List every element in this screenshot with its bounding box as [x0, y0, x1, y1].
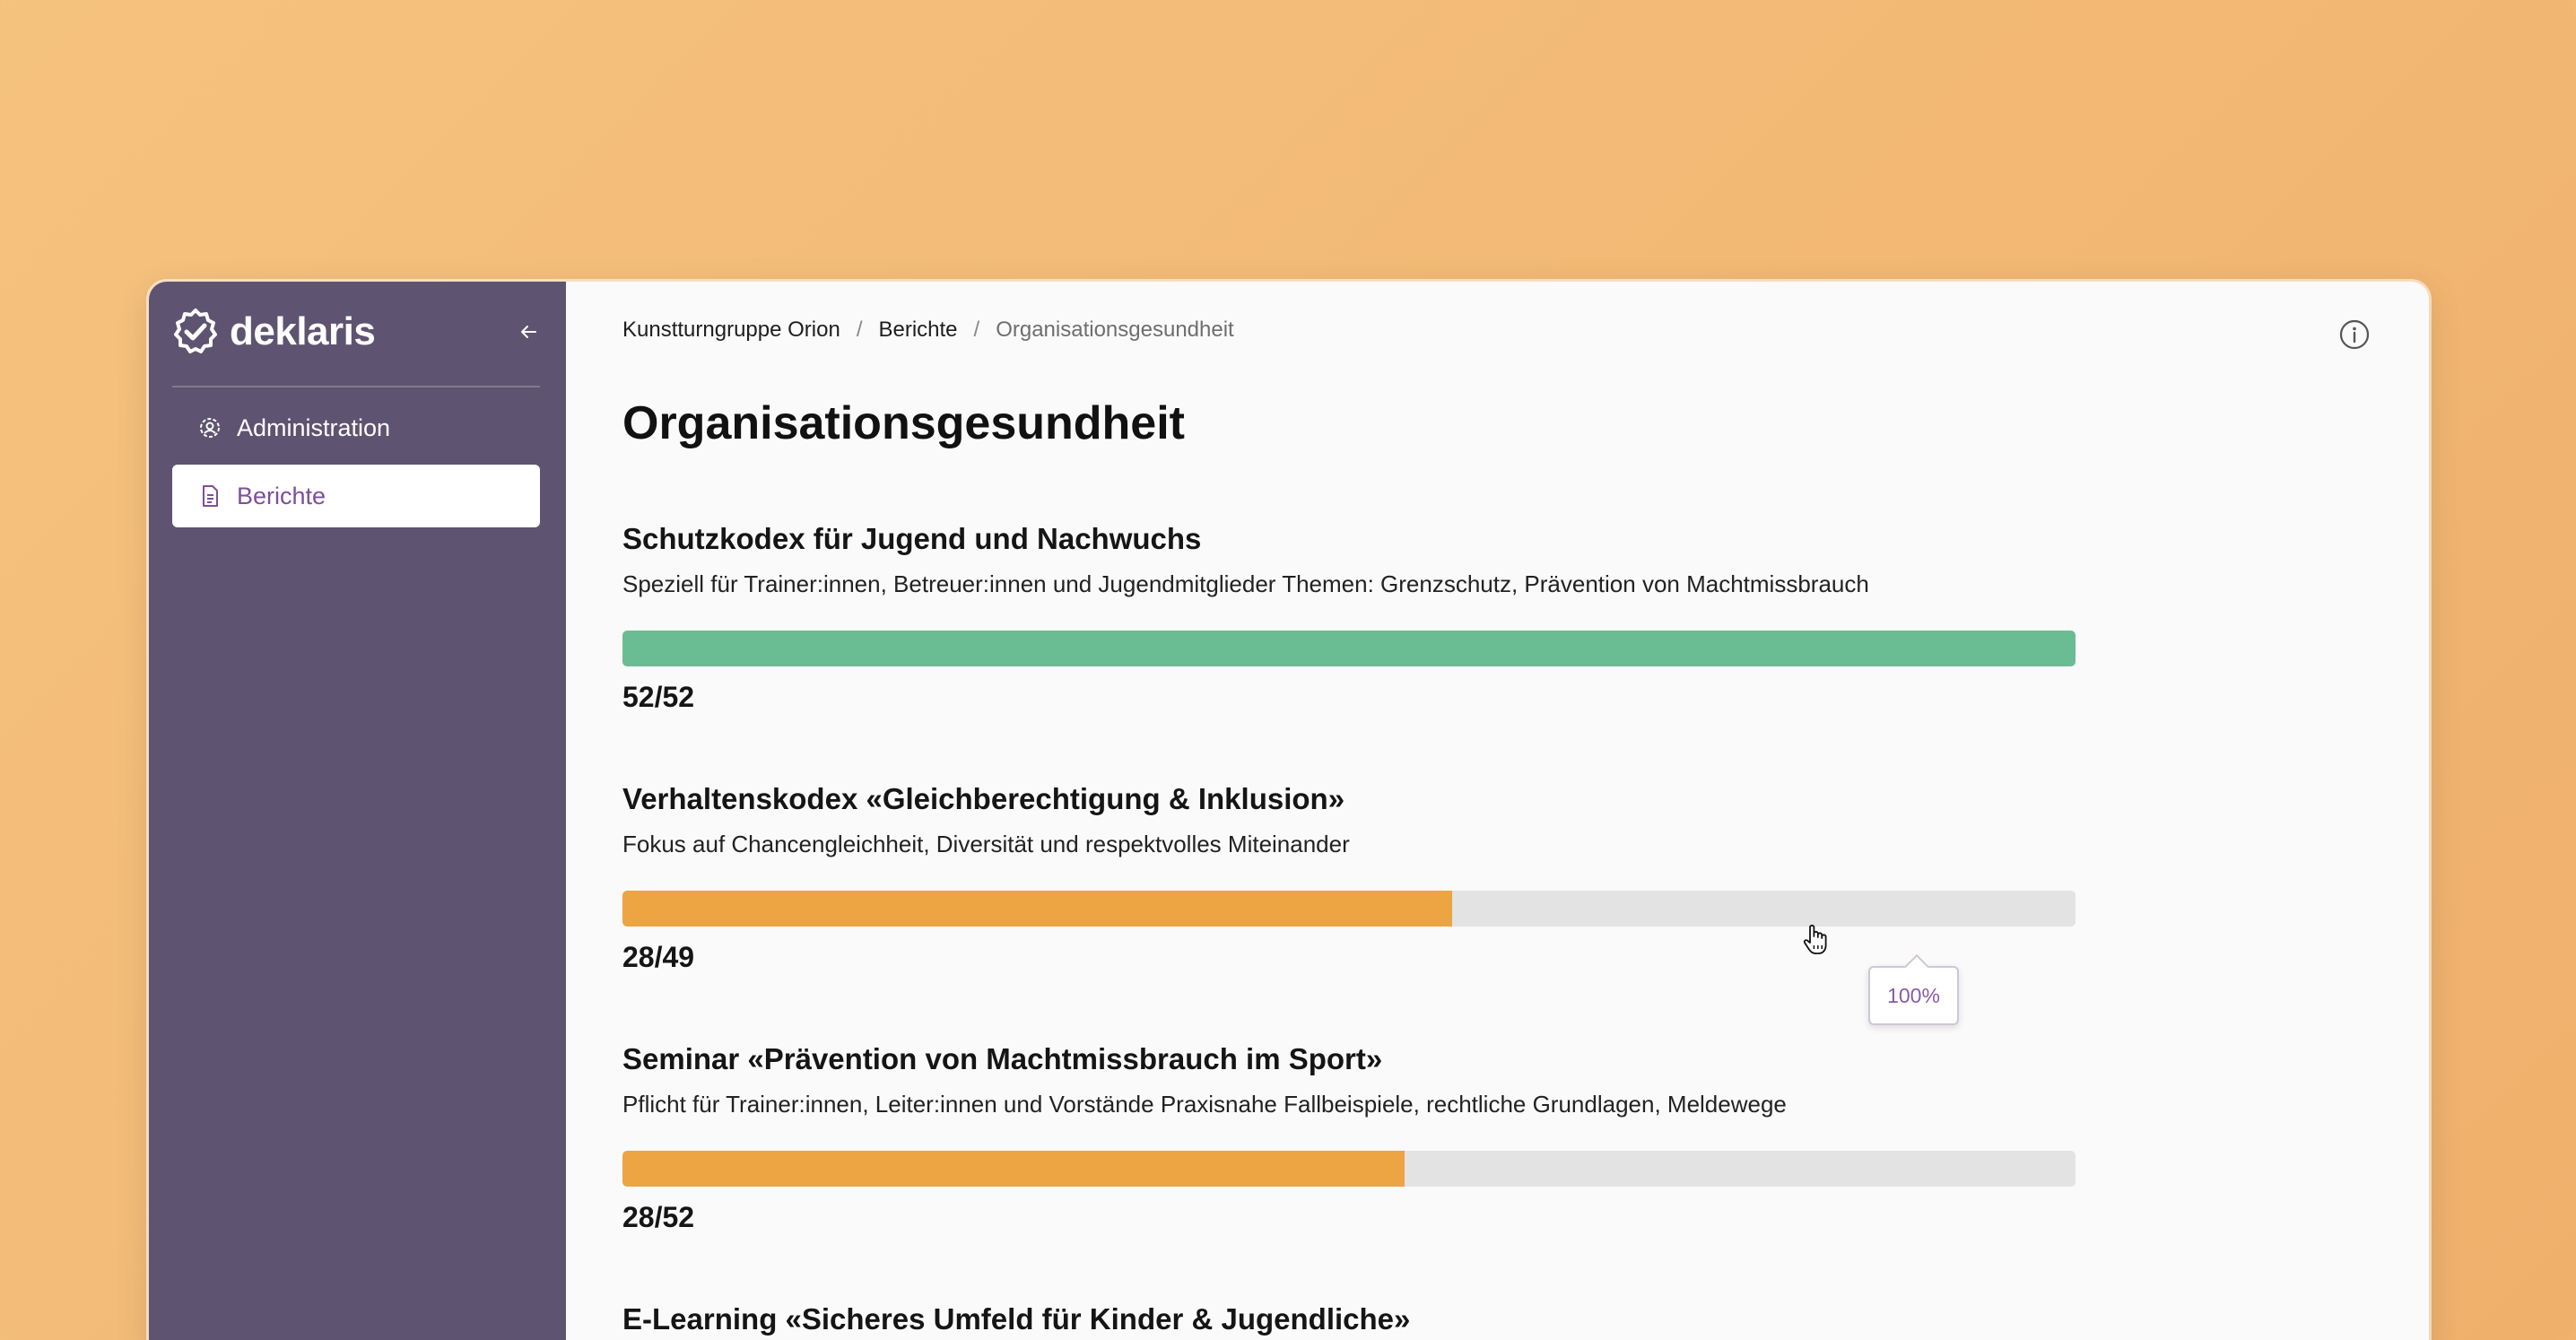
document-icon [197, 483, 222, 509]
sidebar-item-label: Administration [237, 413, 391, 441]
report-title: Seminar «Prävention von Machtmissbrauch … [622, 1042, 1383, 1075]
report-description: Speziell für Trainer:innen, Betreuer:inn… [622, 570, 1869, 597]
sidebar-divider [172, 386, 540, 387]
report-title: Verhaltenskodex «Gleichberechtigung & In… [622, 782, 1345, 815]
main-content: Kunstturngruppe Orion / Berichte / Organ… [566, 282, 2429, 1340]
deklaris-logo-icon [174, 309, 217, 353]
logo: deklaris [170, 305, 544, 359]
progress-tooltip: 100% [1868, 966, 1959, 1025]
report-title: E-Learning «Sicheres Umfeld für Kinder &… [622, 1302, 1411, 1336]
report-title: Schutzkodex für Jugend und Nachwuchs [622, 522, 1202, 555]
sidebar-item-label: Berichte [237, 482, 326, 509]
progress-bar[interactable] [622, 1151, 2076, 1187]
progress-fill [622, 1151, 1405, 1187]
breadcrumb: Kunstturngruppe Orion / Berichte / Organ… [622, 318, 1234, 343]
progress-count: 28/52 [622, 1201, 695, 1233]
breadcrumb-item-organization[interactable]: Kunstturngruppe Orion [622, 318, 840, 343]
progress-count: 28/49 [622, 941, 695, 973]
sidebar: deklaris Administration Berichte [149, 282, 566, 1340]
progress-bar[interactable] [622, 631, 2076, 666]
progress-fill [622, 891, 1453, 927]
breadcrumb-item-berichte[interactable]: Berichte [878, 318, 957, 343]
report-card: E-Learning «Sicheres Umfeld für Kinder &… [622, 1302, 2076, 1336]
breadcrumb-separator: / [973, 318, 980, 342]
breadcrumb-item-current: Organisationsgesundheit [996, 318, 1234, 342]
app-window: deklaris Administration Berichte Kunsttu… [149, 282, 2429, 1340]
report-card: Seminar «Prävention von Machtmissbrauch … [622, 1042, 2076, 1234]
info-button[interactable] [2337, 318, 2371, 352]
progress-bar[interactable] [622, 891, 2076, 927]
sidebar-item-berichte[interactable]: Berichte [172, 465, 540, 527]
admin-gear-icon [197, 415, 222, 440]
report-description: Pflicht für Trainer:innen, Leiter:innen … [622, 1091, 1787, 1118]
sidebar-item-administration[interactable]: Administration [172, 396, 540, 459]
breadcrumb-separator: / [856, 318, 863, 342]
page-title: Organisationsgesundheit [622, 397, 1185, 449]
report-card: Schutzkodex für Jugend und Nachwuchs Spe… [622, 522, 2076, 714]
arrow-left-icon [521, 326, 536, 338]
progress-count: 52/52 [622, 681, 695, 713]
brand-name: deklaris [230, 309, 376, 353]
progress-fill [622, 631, 2076, 666]
hand-cursor-icon [1803, 924, 1827, 954]
info-icon [2339, 319, 2370, 350]
report-description: Fokus auf Chancengleichheit, Diversität … [622, 831, 1350, 857]
report-card: Verhaltenskodex «Gleichberechtigung & In… [622, 782, 2076, 974]
collapse-sidebar-button[interactable] [512, 316, 544, 348]
